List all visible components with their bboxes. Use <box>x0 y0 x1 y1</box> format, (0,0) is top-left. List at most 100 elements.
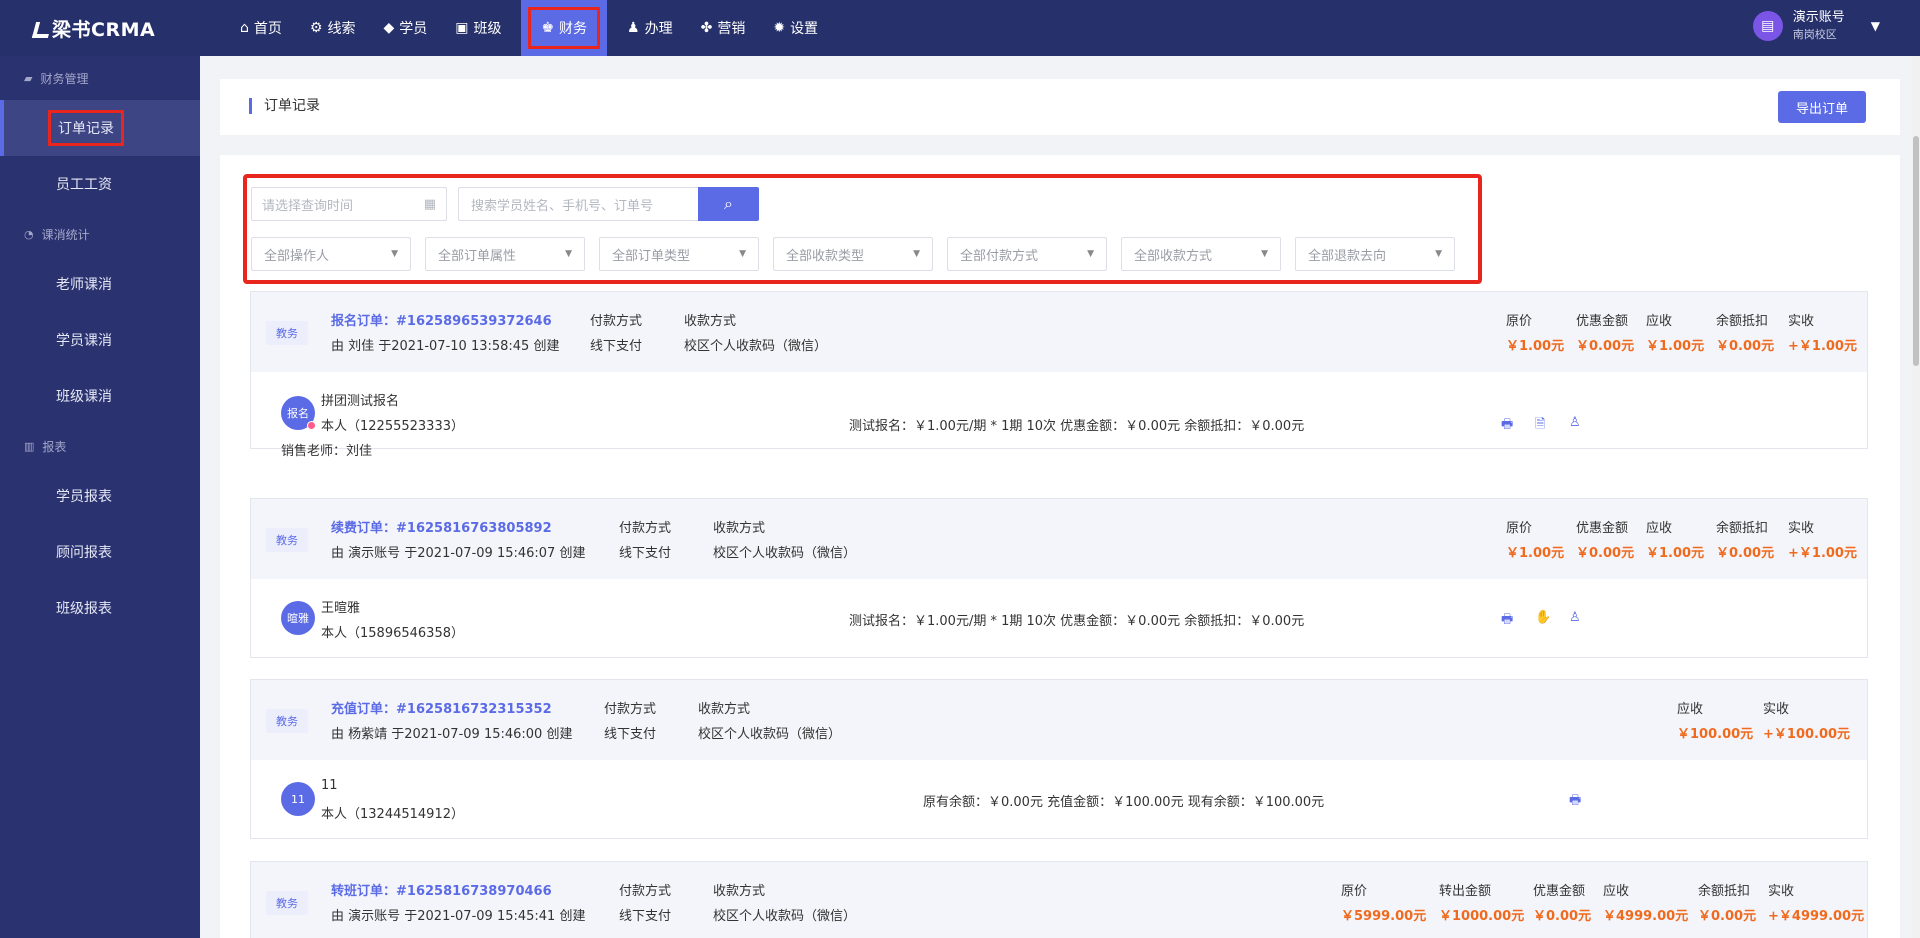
receivable-value: ￥1.00元 <box>1646 546 1705 561</box>
nav-leads[interactable]: ⚙ 线索 <box>296 0 370 56</box>
seller-name: 刘佳 <box>346 444 373 459</box>
discount-label: 优惠金额 <box>1576 521 1629 536</box>
student-contact: 本人（15896546358） <box>321 626 464 641</box>
discount-value: ￥0.00元 <box>1576 546 1635 561</box>
order-tag: 教务 <box>266 321 308 345</box>
select-value: 全部收款类型 <box>786 248 865 264</box>
receipt-icon[interactable]: 🗎 <box>1535 415 1545 437</box>
logo-mark-icon <box>34 20 48 36</box>
original-price-value: ￥1.00元 <box>1506 546 1565 561</box>
nav-settings[interactable]: ✹ 设置 <box>759 0 832 56</box>
pay-method-value: 线下支付 <box>604 727 657 742</box>
student-avatar-text: 报名 <box>287 407 309 420</box>
nav-home[interactable]: ⌂ 首页 <box>226 0 296 56</box>
sidebar-item-advisor-report[interactable]: 顾问报表 <box>0 524 200 580</box>
student-name: 11 <box>321 778 338 793</box>
calendar-icon: ▦ <box>423 196 436 212</box>
select-value: 全部付款方式 <box>960 248 1039 264</box>
nav-marketing[interactable]: ✤ 营销 <box>687 0 760 56</box>
refund-icon[interactable]: ✋ <box>1535 610 1551 625</box>
handle-icon: ♟ <box>627 20 640 36</box>
date-placeholder: 请选择查询时间 <box>262 198 354 214</box>
receive-method-label: 收款方式 <box>713 884 766 899</box>
order-tag: 教务 <box>266 891 308 915</box>
balance-deduct-value: ￥0.00元 <box>1716 339 1775 354</box>
sidebar-item-student-consumption[interactable]: 学员课消 <box>0 312 200 368</box>
select-payment-method[interactable]: 全部付款方式 ▼ <box>947 237 1107 271</box>
sidebar-item-student-report[interactable]: 学员报表 <box>0 468 200 524</box>
sidebar-item-label: 班级报表 <box>56 601 112 617</box>
bar-chart-icon: ▥ <box>24 439 35 453</box>
top-navigation-bar: 梁书CRMA ⌂ 首页 ⚙ 线索 ◆ 学员 ▣ 班级 ♚ 财务 ♟ 办理 ✤ 营销 ✹ 设置 ▤… <box>0 0 1920 56</box>
receivable-value: ￥4999.00元 <box>1603 909 1689 924</box>
order-card-header: 教务 报名订单：#1625896539372646 由 刘佳 于2021-07-… <box>251 292 1867 372</box>
app-logo[interactable]: 梁书CRMA <box>0 0 200 56</box>
select-order-attribute[interactable]: 全部订单属性 ▼ <box>425 237 585 271</box>
sidebar-group-label: 报表 <box>42 439 67 454</box>
chevron-down-icon: ▼ <box>913 249 920 259</box>
nav-finance[interactable]: ♚ 财务 <box>521 0 608 56</box>
balance-deduct-value: ￥0.00元 <box>1716 546 1775 561</box>
order-number[interactable]: 报名订单：#1625896539372646 <box>331 310 552 329</box>
pay-method-label: 付款方式 <box>619 884 672 899</box>
select-order-type[interactable]: 全部订单类型 ▼ <box>599 237 759 271</box>
leads-icon: ⚙ <box>309 20 323 36</box>
order-number[interactable]: 续费订单：#1625816763805892 <box>331 517 552 536</box>
order-number[interactable]: 充值订单：#1625816732315352 <box>331 698 552 717</box>
nav-leads-label: 线索 <box>327 21 356 37</box>
scrollbar-thumb[interactable] <box>1913 136 1919 366</box>
search-button[interactable]: ⌕ <box>698 187 759 221</box>
search-icon: ⌕ <box>724 194 733 213</box>
nav-handle[interactable]: ♟ 办理 <box>613 0 687 56</box>
sidebar-item-class-report[interactable]: 班级报表 <box>0 580 200 636</box>
sidebar-item-class-consumption[interactable]: 班级课消 <box>0 368 200 424</box>
person-icon[interactable]: ♙ <box>1569 415 1581 430</box>
sidebar-group-consumption: ◔ 课消统计 <box>0 212 200 256</box>
original-price-label: 原价 <box>1506 314 1533 329</box>
original-price-label: 原价 <box>1506 521 1533 536</box>
balance-deduct-label: 余额抵扣 <box>1716 521 1769 536</box>
sidebar-group-label: 课消统计 <box>41 227 90 242</box>
select-receive-method[interactable]: 全部收款方式 ▼ <box>1121 237 1281 271</box>
date-range-picker[interactable]: 请选择查询时间 ▦ <box>251 187 447 221</box>
select-operator[interactable]: 全部操作人 ▼ <box>251 237 411 271</box>
balance-deduct-value: ￥0.00元 <box>1698 909 1757 924</box>
balance-deduct-label: 余额抵扣 <box>1698 884 1751 899</box>
nav-classes[interactable]: ▣ 班级 <box>441 0 515 56</box>
sidebar-item-label: 员工工资 <box>56 177 112 193</box>
order-number[interactable]: 转班订单：#1625816738970466 <box>331 880 552 899</box>
chevron-down-icon[interactable]: ▼ <box>1871 19 1880 33</box>
print-icon[interactable]: 🖶 <box>1501 610 1513 632</box>
select-receipt-type[interactable]: 全部收款类型 ▼ <box>773 237 933 271</box>
page-header: 订单记录 导出订单 <box>220 79 1900 135</box>
order-card-header: 教务 续费订单：#1625816763805892 由 演示账号 于2021-0… <box>251 499 1867 579</box>
pay-method-value: 线下支付 <box>590 339 643 354</box>
export-orders-button[interactable]: 导出订单 <box>1778 91 1866 123</box>
search-input[interactable]: 搜索学员姓名、手机号、订单号 <box>458 187 698 221</box>
receive-method-label: 收款方式 <box>698 702 751 717</box>
page-title: 订单记录 <box>249 98 320 114</box>
order-card: 教务 报名订单：#1625896539372646 由 刘佳 于2021-07-… <box>250 291 1868 459</box>
pay-method-value: 线下支付 <box>619 546 672 561</box>
select-refund-destination[interactable]: 全部退款去向 ▼ <box>1295 237 1455 271</box>
nav-home-label: 首页 <box>253 21 282 37</box>
receivable-label: 应收 <box>1603 884 1630 899</box>
sidebar-item-teacher-consumption[interactable]: 老师课消 <box>0 256 200 312</box>
select-value: 全部订单类型 <box>612 248 691 264</box>
sidebar-item-label: 订单记录 <box>48 110 124 146</box>
sidebar-item-staff-salary[interactable]: 员工工资 <box>0 156 200 212</box>
logo-text: 梁书CRMA <box>52 18 156 41</box>
discount-value: ￥0.00元 <box>1533 909 1592 924</box>
sidebar-item-order-records[interactable]: 订单记录 <box>0 100 200 156</box>
pay-method-label: 付款方式 <box>590 314 643 329</box>
scrollbar[interactable] <box>1912 56 1920 938</box>
nav-students[interactable]: ◆ 学员 <box>369 0 441 56</box>
sidebar-item-label: 老师课消 <box>56 277 112 293</box>
chevron-down-icon: ▼ <box>1435 249 1442 259</box>
person-icon[interactable]: ♙ <box>1569 610 1581 625</box>
order-card-header: 教务 充值订单：#1625816732315352 由 杨紫靖 于2021-07… <box>251 680 1867 760</box>
actual-label: 实收 <box>1788 521 1815 536</box>
print-icon[interactable]: 🖶 <box>1569 791 1581 813</box>
user-menu[interactable]: ▤ 演示账号 南岗校区 ▼ <box>1752 9 1880 43</box>
print-icon[interactable]: 🖶 <box>1501 415 1513 437</box>
